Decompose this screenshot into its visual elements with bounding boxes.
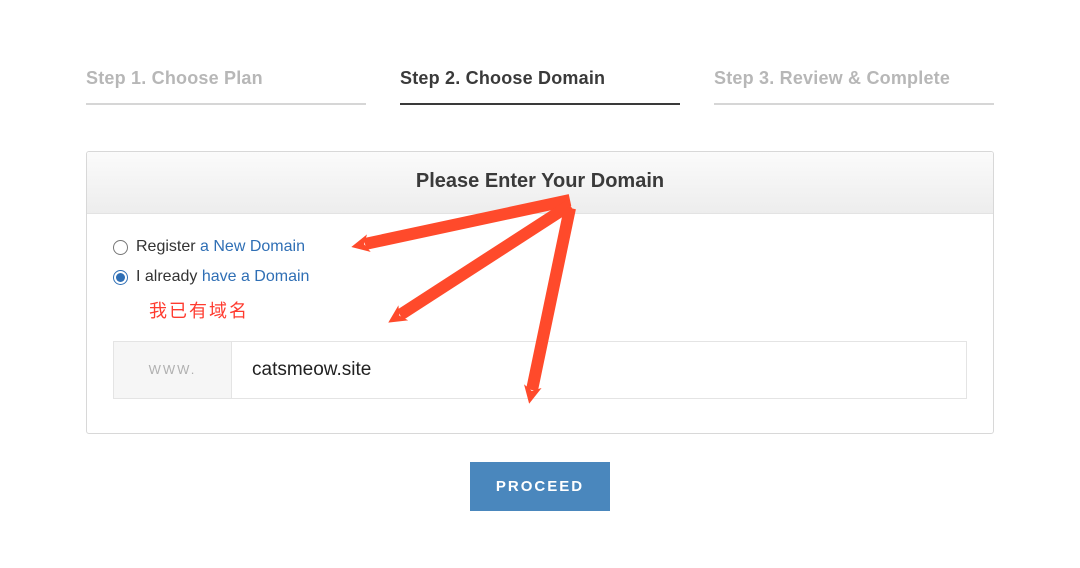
radio-have-link-text: have a Domain — [202, 268, 310, 285]
step-1-choose-plan[interactable]: Step 1. Choose Plan — [86, 68, 366, 105]
radio-option-register-new[interactable]: Register a New Domain — [113, 236, 967, 258]
domain-panel: Please Enter Your Domain Register a New … — [86, 151, 994, 434]
domain-input-group: WWW. — [113, 341, 967, 399]
radio-option-already-have[interactable]: I already have a Domain — [113, 266, 967, 288]
proceed-button[interactable]: PROCEED — [470, 462, 610, 511]
step-2-choose-domain[interactable]: Step 2. Choose Domain — [400, 68, 680, 105]
step-3-review-complete[interactable]: Step 3. Review & Complete — [714, 68, 994, 105]
domain-input[interactable] — [232, 342, 966, 398]
domain-www-prefix: WWW. — [114, 342, 232, 398]
radio-register-new-domain[interactable] — [113, 240, 128, 255]
panel-title: Please Enter Your Domain — [87, 152, 993, 214]
radio-register-link-text: a New Domain — [200, 238, 305, 255]
radio-register-text: Register — [136, 238, 200, 255]
radio-already-have-domain[interactable] — [113, 270, 128, 285]
step-indicator: Step 1. Choose Plan Step 2. Choose Domai… — [86, 68, 994, 105]
annotation-chinese-text: 我已有域名 — [149, 297, 967, 323]
radio-have-text: I already — [136, 268, 202, 285]
